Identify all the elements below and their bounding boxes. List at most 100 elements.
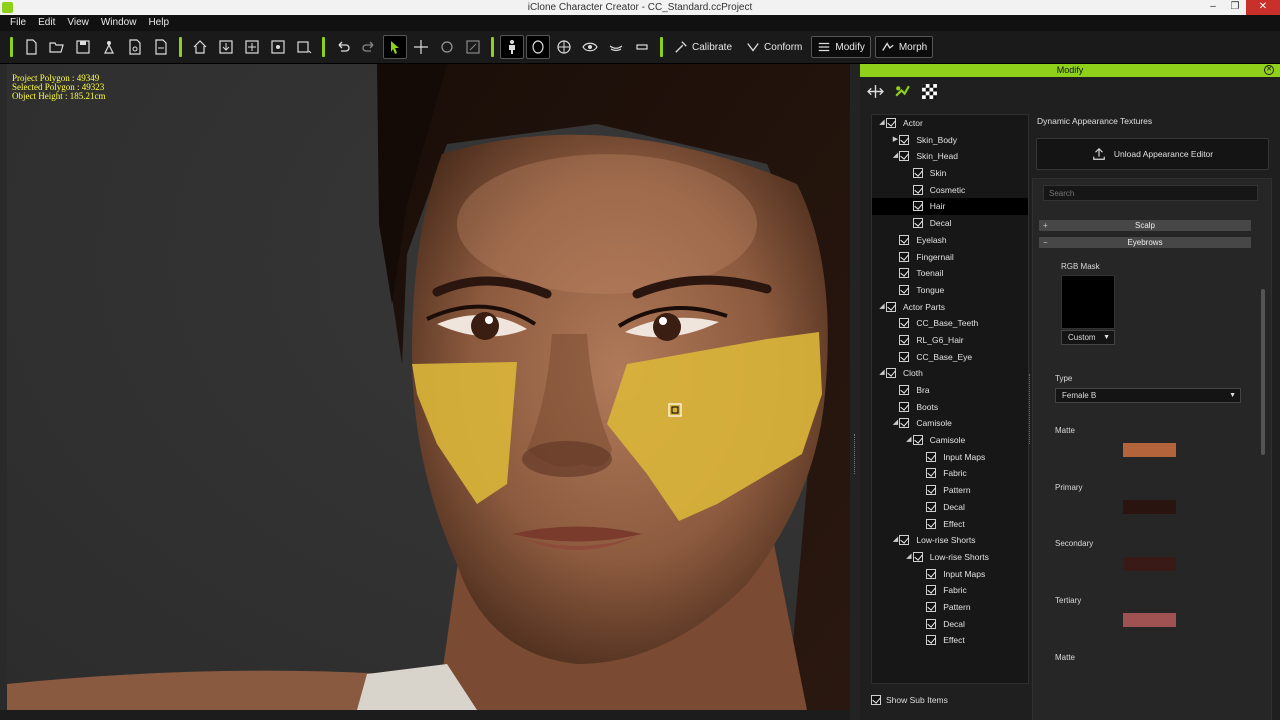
character-icon[interactable]	[97, 35, 121, 59]
checkbox-icon[interactable]	[899, 151, 910, 162]
mask-mode-dropdown[interactable]: Custom ▼	[1061, 330, 1115, 345]
secondary-color-swatch[interactable]	[1123, 557, 1176, 571]
tree-item[interactable]: RL_G6_Hair	[872, 332, 1028, 349]
matte-color-swatch[interactable]	[1123, 443, 1176, 457]
restore-button[interactable]: ❐	[1224, 0, 1246, 15]
checkbox-icon[interactable]	[926, 601, 937, 612]
head-icon[interactable]	[526, 35, 550, 59]
camera-view-icon[interactable]	[292, 35, 316, 59]
frame-selected-icon[interactable]	[266, 35, 290, 59]
conform-button[interactable]: Conform	[741, 36, 807, 58]
tertiary-color-swatch[interactable]	[1123, 613, 1176, 627]
unload-appearance-editor-button[interactable]: Unload Appearance Editor	[1036, 138, 1269, 170]
tree-item[interactable]: Fabric	[872, 582, 1028, 599]
tree-item[interactable]: ◢ Low-rise Shorts	[872, 549, 1028, 566]
home-icon[interactable]	[188, 35, 212, 59]
tree-item[interactable]: Boots	[872, 399, 1028, 416]
checkbox-icon[interactable]	[912, 218, 923, 229]
scale-icon[interactable]	[461, 35, 485, 59]
checkbox-icon[interactable]	[899, 401, 910, 412]
menu-view[interactable]: View	[61, 15, 95, 31]
tree-item[interactable]: CC_Base_Teeth	[872, 315, 1028, 332]
checkbox-icon[interactable]	[899, 134, 910, 145]
section-eyebrows[interactable]: − Eyebrows	[1039, 237, 1251, 248]
eye-icon[interactable]	[578, 35, 602, 59]
tree-item[interactable]: Effect	[872, 632, 1028, 649]
tree-item[interactable]: Effect	[872, 516, 1028, 533]
mouth-icon[interactable]	[604, 35, 628, 59]
3d-viewport[interactable]: Project Polygon : 49349 Selected Polygon…	[7, 64, 850, 710]
menu-help[interactable]: Help	[142, 15, 175, 31]
checkbox-icon[interactable]	[926, 501, 937, 512]
undo-icon[interactable]	[331, 35, 355, 59]
teeth-icon[interactable]	[630, 35, 654, 59]
checkbox-icon[interactable]	[899, 318, 910, 329]
checkbox-icon[interactable]	[926, 585, 937, 596]
tree-item[interactable]: Decal	[872, 616, 1028, 633]
tree-item[interactable]: Decal	[872, 499, 1028, 516]
export-icon[interactable]	[149, 35, 173, 59]
checkbox-icon[interactable]	[886, 368, 896, 379]
tree-item[interactable]: ◢ Camisole	[872, 415, 1028, 432]
morph-button[interactable]: Morph	[874, 36, 934, 58]
collapse-arrow-icon[interactable]: ◢	[905, 549, 913, 566]
tree-item[interactable]: Input Maps	[872, 449, 1028, 466]
redo-icon[interactable]	[357, 35, 381, 59]
checkbox-icon[interactable]	[886, 301, 896, 312]
checkbox-icon[interactable]	[926, 518, 937, 529]
tree-item[interactable]: ◢ Camisole	[872, 432, 1028, 449]
collapse-arrow-icon[interactable]: ◢	[891, 532, 899, 549]
drop-to-floor-icon[interactable]	[214, 35, 238, 59]
rgb-mask-thumbnail[interactable]	[1061, 275, 1115, 329]
move-icon[interactable]	[409, 35, 433, 59]
minimize-button[interactable]: –	[1202, 0, 1224, 15]
save-icon[interactable]	[71, 35, 95, 59]
expand-arrow-icon[interactable]: ▶	[891, 132, 899, 149]
tree-item[interactable]: ◢ Low-rise Shorts	[872, 532, 1028, 549]
tree-item[interactable]: Eyelash	[872, 232, 1028, 249]
checkbox-icon[interactable]	[912, 201, 923, 212]
checkbox-icon[interactable]	[926, 485, 937, 496]
tree-item[interactable]: Bra	[872, 382, 1028, 399]
tree-item[interactable]: ◢ Cloth	[872, 365, 1028, 382]
tree-item[interactable]: Fingernail	[872, 249, 1028, 266]
checkbox-icon[interactable]	[926, 451, 937, 462]
tab-texture-icon[interactable]	[918, 80, 940, 102]
checkbox-icon[interactable]	[899, 268, 910, 279]
new-file-icon[interactable]	[19, 35, 43, 59]
tree-item[interactable]: Skin	[872, 165, 1028, 182]
collapse-arrow-icon[interactable]: ◢	[878, 115, 886, 132]
checkbox-icon[interactable]	[926, 568, 937, 579]
checkbox-icon[interactable]	[899, 234, 910, 245]
tree-item[interactable]: ◢ Actor	[872, 115, 1028, 132]
checkbox-icon[interactable]	[899, 535, 910, 546]
checkbox-icon[interactable]	[886, 118, 896, 128]
tree-item[interactable]: Fabric	[872, 465, 1028, 482]
checkbox-icon[interactable]	[912, 435, 923, 446]
checkbox-icon[interactable]	[899, 284, 910, 295]
checkbox-icon[interactable]	[912, 184, 923, 195]
tree-item[interactable]: CC_Base_Eye	[872, 349, 1028, 366]
tree-item[interactable]: Input Maps	[872, 566, 1028, 583]
collapse-arrow-icon[interactable]: ◢	[891, 415, 899, 432]
checkbox-icon[interactable]	[899, 251, 910, 262]
tree-item[interactable]: Hair	[872, 198, 1028, 216]
close-button[interactable]: ✕	[1246, 0, 1280, 15]
tab-attribute-icon[interactable]	[864, 80, 886, 102]
tree-item[interactable]: ◢ Actor Parts	[872, 299, 1028, 316]
checkbox-icon[interactable]	[899, 418, 910, 429]
modify-button[interactable]: Modify	[811, 36, 871, 58]
checkbox-icon[interactable]	[926, 618, 937, 629]
tree-item[interactable]: Pattern	[872, 599, 1028, 616]
type-dropdown[interactable]: Female B ▼	[1055, 388, 1241, 403]
scrollbar[interactable]	[1261, 289, 1265, 455]
tree-item[interactable]: ◢ Skin_Head	[872, 148, 1028, 165]
collapse-arrow-icon[interactable]: ◢	[878, 365, 886, 382]
checkbox-icon[interactable]	[926, 468, 937, 479]
checkbox-icon[interactable]	[926, 635, 937, 646]
search-input[interactable]	[1043, 185, 1258, 201]
collapse-arrow-icon[interactable]: ◢	[891, 148, 899, 165]
tree-item[interactable]: Cosmetic	[872, 182, 1028, 199]
calibrate-button[interactable]: Calibrate	[669, 36, 737, 58]
menu-edit[interactable]: Edit	[32, 15, 61, 31]
